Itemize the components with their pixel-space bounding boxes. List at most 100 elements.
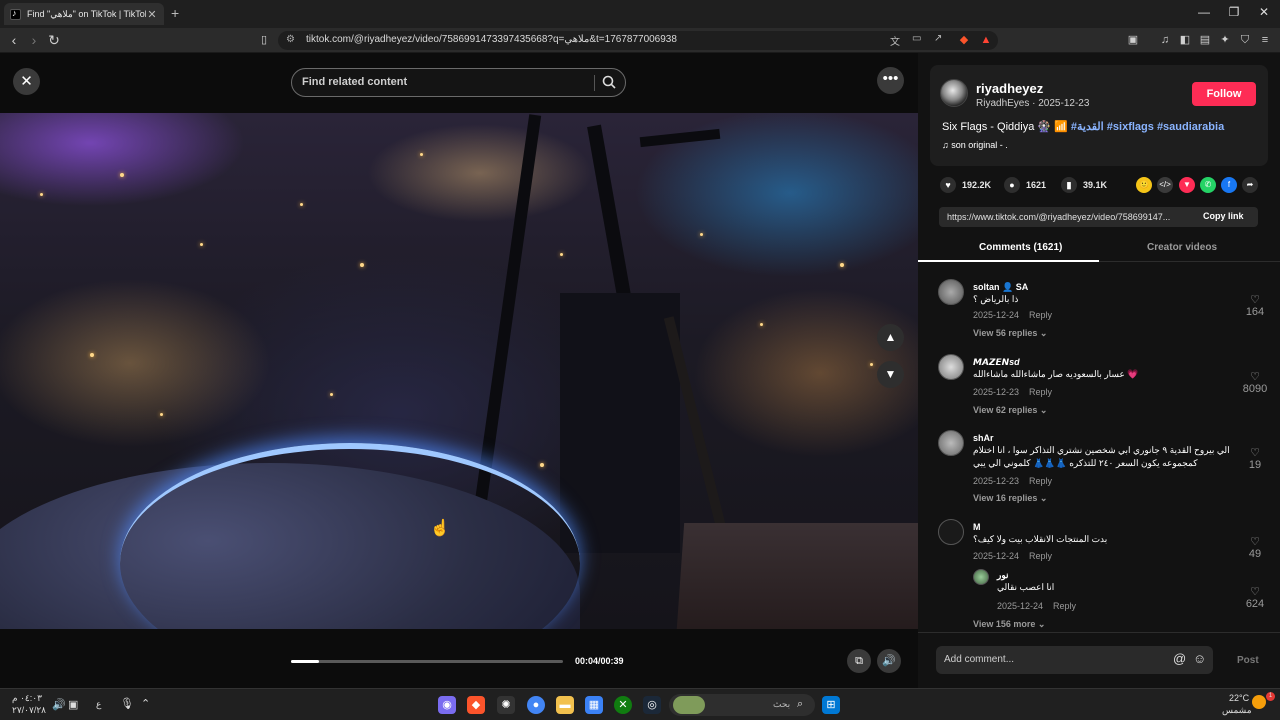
follow-button[interactable]: Follow xyxy=(1192,82,1256,106)
bookmark-icon[interactable]: ▯ xyxy=(256,32,272,48)
brave-shields-icon[interactable]: ◆ xyxy=(957,33,971,47)
view-more-replies-button[interactable]: View 156 more ⌄ xyxy=(973,619,1045,630)
previous-video-button[interactable]: ▲ xyxy=(877,324,904,351)
facebook-icon[interactable]: f xyxy=(1221,177,1237,193)
post-button[interactable]: Post xyxy=(1237,655,1259,666)
weather-sun-icon[interactable] xyxy=(1252,695,1266,709)
url-field[interactable]: ⚙ tiktok.com/@riyadheyez/video/758699147… xyxy=(278,31,998,50)
reply-like[interactable]: ♡ 624 xyxy=(1241,585,1269,610)
whatsapp-icon[interactable]: ✆ xyxy=(1200,177,1216,193)
comment-username[interactable]: M xyxy=(973,522,981,532)
tab-comments[interactable]: Comments (1621) xyxy=(979,242,1062,253)
weather-temp[interactable]: 22°C xyxy=(1229,693,1249,703)
tab-search-icon[interactable]: ▣ xyxy=(1126,33,1140,47)
steam-icon[interactable]: ◎ xyxy=(643,696,661,714)
comment-like[interactable]: ♡ 49 xyxy=(1241,535,1269,560)
save-stat[interactable]: ▮ 39.1K xyxy=(1061,177,1107,193)
chatgpt-icon[interactable]: ✺ xyxy=(497,696,515,714)
comment-like[interactable]: ♡ 8090 xyxy=(1241,370,1269,395)
share-send-icon[interactable]: ▼ xyxy=(1179,177,1195,193)
search-icon[interactable] xyxy=(601,74,617,90)
comment-like[interactable]: ♡ 164 xyxy=(1241,293,1269,318)
reply-button[interactable]: Reply xyxy=(1029,310,1052,320)
avatar[interactable] xyxy=(940,79,968,107)
avatar[interactable] xyxy=(938,430,964,456)
leo-ai-icon[interactable]: ✦ xyxy=(1218,33,1232,47)
clock-time[interactable]: ٠٤:٠٣ م xyxy=(12,693,42,704)
share-page-icon[interactable]: ↗ xyxy=(934,33,942,44)
comment-username[interactable]: 𝙈𝘼𝙕𝙀𝙉sd xyxy=(973,357,1020,368)
media-icon[interactable]: ♫ xyxy=(1158,33,1172,47)
comment-username[interactable]: soltan 👤 SA xyxy=(973,282,1028,293)
embed-icon[interactable]: </> xyxy=(1157,177,1173,193)
speaker-icon[interactable]: 🔊 xyxy=(52,698,66,711)
brave-rewards-icon[interactable]: ▲ xyxy=(979,33,993,47)
language-indicator[interactable]: ع xyxy=(96,699,101,710)
clock-date[interactable]: ٢٧/٠٧/٢٨ xyxy=(12,705,46,716)
hashtag-link[interactable]: #sixflags xyxy=(1107,121,1154,133)
cast-icon[interactable]: ▭ xyxy=(912,33,921,44)
comment-stat[interactable]: ● 1621 xyxy=(1004,177,1046,193)
brave-browser-icon[interactable]: ◆ xyxy=(467,696,485,714)
forward-icon[interactable]: › xyxy=(26,32,42,48)
avatar[interactable] xyxy=(938,279,964,305)
menu-icon[interactable]: ≡ xyxy=(1258,33,1272,47)
next-video-button[interactable]: ▼ xyxy=(877,361,904,388)
hashtag-link[interactable]: #saudiarabia xyxy=(1157,121,1224,133)
xbox-icon[interactable]: ✕ xyxy=(614,696,632,714)
avatar[interactable] xyxy=(973,569,989,585)
share-emoji-icon[interactable]: 🙂 xyxy=(1136,177,1152,193)
mention-icon[interactable]: @ xyxy=(1173,651,1186,666)
view-replies-button[interactable]: View 16 replies ⌄ xyxy=(973,493,1047,504)
comment-like[interactable]: ♡ 19 xyxy=(1241,446,1269,471)
tab-creator-videos[interactable]: Creator videos xyxy=(1147,242,1217,253)
view-replies-button[interactable]: View 56 replies ⌄ xyxy=(973,328,1047,339)
comment-input[interactable]: Add comment... @ ☺ xyxy=(936,646,1213,674)
reply-button[interactable]: Reply xyxy=(1053,601,1076,611)
tray-chevron-icon[interactable]: ⌃ xyxy=(141,697,150,710)
avatar[interactable] xyxy=(938,519,964,545)
author-username[interactable]: riyadheyez xyxy=(976,81,1043,96)
discord-icon[interactable]: ◉ xyxy=(438,696,456,714)
hashtag-link[interactable]: #القدية xyxy=(1071,121,1104,133)
avatar[interactable] xyxy=(938,354,964,380)
window-restore-button[interactable]: ❐ xyxy=(1226,5,1242,19)
reply-button[interactable]: Reply xyxy=(1029,476,1052,486)
reply-button[interactable]: Reply xyxy=(1029,387,1052,397)
network-icon[interactable]: ▣ xyxy=(68,698,78,711)
video-frame[interactable]: ☝ xyxy=(0,113,918,629)
reply-button[interactable]: Reply xyxy=(1029,551,1052,561)
window-close-button[interactable]: ✕ xyxy=(1256,5,1272,19)
like-stat[interactable]: ♥ 192.2K xyxy=(940,177,991,193)
wallet-icon[interactable]: ▤ xyxy=(1198,33,1212,47)
new-tab-button[interactable]: + xyxy=(171,5,179,21)
view-replies-button[interactable]: View 62 replies ⌄ xyxy=(973,405,1047,416)
picture-in-picture-icon[interactable]: ⧉ xyxy=(847,649,871,673)
music-link[interactable]: ♫ son original - . xyxy=(942,140,1008,150)
window-minimize-button[interactable]: — xyxy=(1196,5,1212,19)
microphone-icon[interactable]: 🎙 xyxy=(120,697,134,710)
microsoft-store-icon[interactable]: ▦ xyxy=(585,696,603,714)
back-icon[interactable]: ‹ xyxy=(6,32,22,48)
site-info-icon[interactable]: ⚙ xyxy=(286,34,295,45)
close-video-button[interactable]: ✕ xyxy=(13,68,40,95)
more-options-button[interactable]: ••• xyxy=(877,67,904,94)
sidebar-icon[interactable]: ◧ xyxy=(1178,33,1192,47)
reload-icon[interactable]: ↻ xyxy=(46,32,62,48)
copy-link-button[interactable]: Copy link xyxy=(1203,211,1244,221)
related-content-search[interactable]: Find related content xyxy=(291,68,626,97)
reply-username[interactable]: نور xyxy=(997,570,1009,581)
tab-close-icon[interactable]: ✕ xyxy=(146,8,158,21)
windows-start-icon[interactable]: ⊞ xyxy=(822,696,840,714)
chrome-icon[interactable]: ● xyxy=(527,696,545,714)
share-link-text[interactable]: https://www.tiktok.com/@riyadheyez/video… xyxy=(947,212,1192,222)
share-arrow-icon[interactable]: ➦ xyxy=(1242,177,1258,193)
taskbar-search[interactable]: بحث ⌕ xyxy=(669,694,815,716)
emoji-icon[interactable]: ☺ xyxy=(1193,651,1206,666)
video-progress-bar[interactable] xyxy=(291,660,563,663)
weather-desc[interactable]: مشمس xyxy=(1222,705,1252,716)
comment-username[interactable]: shAr xyxy=(973,433,994,443)
browser-tab[interactable]: Find "ملاهي" on TikTok | TikTok ✕ xyxy=(4,3,164,25)
volume-icon[interactable]: 🔊 xyxy=(877,649,901,673)
file-explorer-icon[interactable]: ▬ xyxy=(556,696,574,714)
